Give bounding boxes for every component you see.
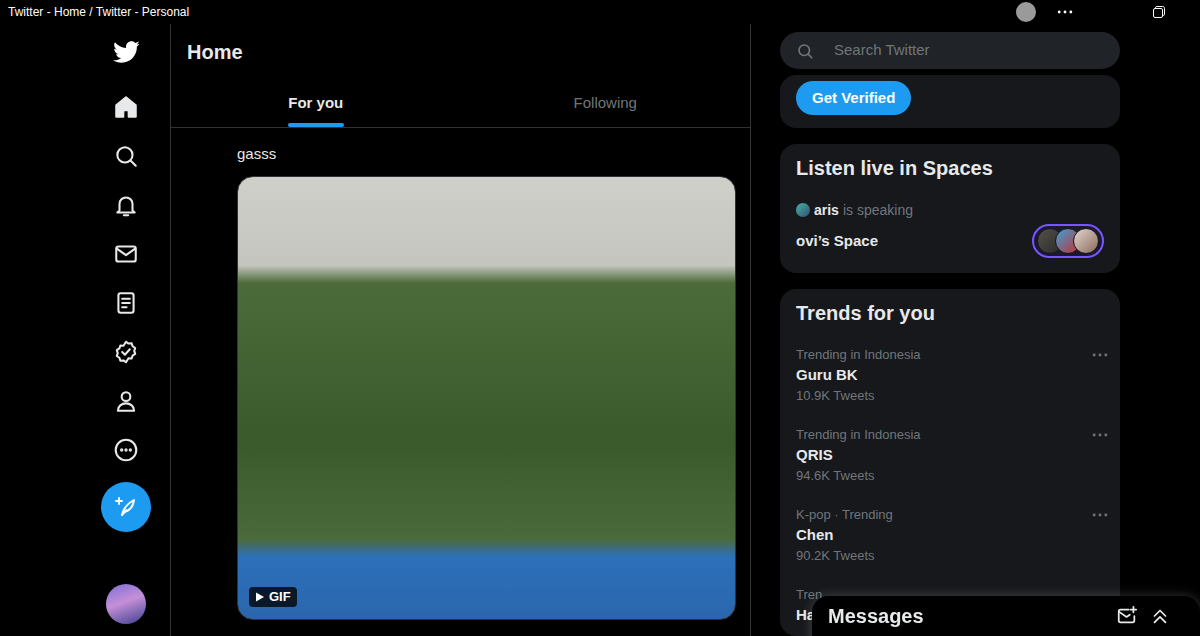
messages-icon[interactable] [102,229,151,278]
listeners-avatars[interactable] [1032,224,1104,258]
notifications-icon[interactable] [102,180,151,229]
trends-card: Trends for you Trending in Indonesia Guru … [780,289,1120,636]
sidebar-column [94,24,158,636]
timeline-header: Home [171,24,750,79]
more-dots-icon[interactable] [1090,505,1110,525]
more-dots-icon[interactable] [1090,345,1110,365]
trend-context: K-pop · Trending [796,507,893,523]
trend-item[interactable]: K-pop · Trending Chen 90.2K Tweets [780,495,1120,575]
gif-badge: GIF [249,587,297,607]
timeline-tab[interactable]: Following [461,79,751,127]
trend-name: Chen [796,525,893,545]
account-avatar[interactable] [1016,2,1036,22]
tweet[interactable]: gasss GIF [171,128,750,620]
trend-text: K-pop · Trending Chen 90.2K Tweets [796,507,893,564]
window-title: Twitter - Home / Twitter - Personal [8,3,189,21]
title-bar: Twitter - Home / Twitter - Personal [0,0,1200,24]
speaker-line: arisis speaking [796,198,1104,222]
more-icon[interactable] [102,425,151,474]
messages-drawer[interactable]: Messages [812,596,1200,636]
trends-title: Trends for you [780,301,1120,325]
twitter-bird-icon[interactable] [102,28,150,76]
profile-avatar[interactable] [106,584,146,624]
spaces-card[interactable]: Listen live in Spaces arisis speaking ovi’… [780,144,1120,273]
search-box [780,32,1120,69]
verify-card: Get Verified [780,75,1120,128]
right-column: Get Verified Listen live in Spaces arisis … [751,24,1120,636]
trend-name: Guru BK [796,365,921,385]
restore-window-icon[interactable] [1153,6,1165,18]
tab-label-box: Following [572,79,639,127]
gif-label: GIF [269,589,291,605]
tab-underline [288,123,344,127]
space-row: ovi’s Space [796,224,1104,258]
verified-icon[interactable] [102,327,151,376]
menu-dots-icon[interactable] [1055,2,1075,22]
profile-icon[interactable] [102,376,151,425]
compose-tweet-icon[interactable] [101,482,151,532]
home-icon[interactable] [102,82,151,131]
speaker-avatar [796,203,810,217]
tab-label-box: For you [286,79,345,127]
trend-context: Trending in Indonesia [796,427,921,443]
trend-name: QRIS [796,445,921,465]
trend-count: 90.2K Tweets [796,548,893,564]
search-icon [796,42,814,60]
messages-header: Messages [828,596,1184,636]
spaces-title: Listen live in Spaces [796,156,1104,180]
trend-count: 10.9K Tweets [796,388,921,404]
speaker-status: is speaking [843,198,913,222]
trend-item[interactable]: Trending in Indonesia Guru BK 10.9K Tweets [780,335,1120,415]
trend-context: Trending in Indonesia [796,347,921,363]
messages-title: Messages [828,601,924,631]
timeline-tab[interactable]: For you [171,79,461,127]
timeline-tabs: For you Following [171,79,750,128]
tab-label[interactable]: For you [288,92,343,115]
explore-icon[interactable] [102,131,151,180]
lists-icon[interactable] [102,278,151,327]
tab-label[interactable]: Following [574,92,637,115]
trend-count: 94.6K Tweets [796,468,921,484]
sidebar [0,24,170,636]
trend-text: Trending in Indonesia QRIS 94.6K Tweets [796,427,921,484]
trend-text: Trending in Indonesia Guru BK 10.9K Tweets [796,347,921,404]
timeline: Home For you Following gasss GIF [170,24,751,636]
tweet-text: gasss [237,144,734,164]
more-dots-icon[interactable] [1090,425,1110,445]
search-input[interactable] [814,38,1104,63]
expand-chevrons-icon[interactable] [1149,605,1171,627]
space-name[interactable]: ovi’s Space [796,230,878,253]
app: Home For you Following gasss GIF Get Verified… [0,24,1200,636]
get-verified-button[interactable]: Get Verified [796,81,911,115]
speaker-name: aris [814,198,839,222]
new-message-icon[interactable] [1116,605,1138,627]
play-icon[interactable] [255,592,265,602]
tweet-gif[interactable]: GIF [237,176,736,620]
trend-item[interactable]: Trending in Indonesia QRIS 94.6K Tweets [780,415,1120,495]
listener-avatar [1073,228,1099,254]
page-title: Home [187,37,243,67]
